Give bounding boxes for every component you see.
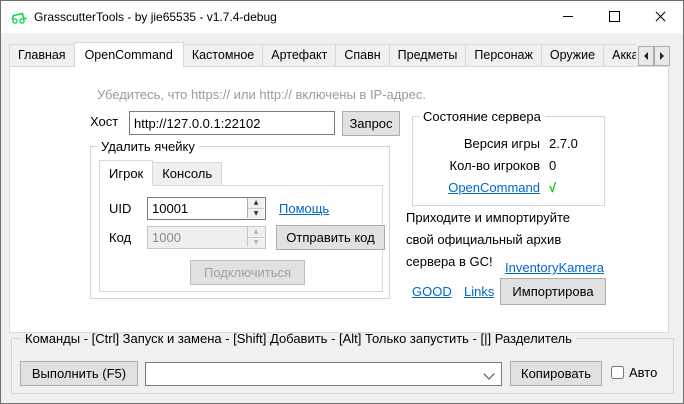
- tab-kastomnoe[interactable]: Кастомное: [183, 44, 263, 67]
- close-icon: [655, 12, 665, 22]
- server-status-title: Состояние сервера: [419, 109, 545, 124]
- tab-akkaunt[interactable]: Аккаун: [603, 44, 636, 67]
- auto-checkbox-wrap: Авто: [611, 365, 657, 380]
- code-spinner: ▲ ▼: [247, 227, 264, 247]
- left-arrow-icon: [644, 52, 648, 60]
- game-version-value: 2.7.0: [549, 134, 578, 153]
- tab-personazh[interactable]: Персонаж: [465, 44, 541, 67]
- uid-spinner: ▲ ▼: [247, 198, 264, 218]
- inventorykamera-link[interactable]: InventoryKamera: [505, 260, 604, 275]
- import-line-3: сервера в GC!: [406, 254, 493, 269]
- tab-igrok[interactable]: Игрок: [99, 160, 153, 186]
- chevron-down-icon: [483, 368, 494, 379]
- code-label: Код: [109, 230, 131, 245]
- import-button[interactable]: Импортирова: [500, 278, 606, 305]
- uid-spin-down-icon[interactable]: ▼: [248, 209, 264, 219]
- code-spin-down-icon: ▼: [248, 238, 264, 248]
- tab-predmety[interactable]: Предметы: [389, 44, 467, 67]
- command-combobox[interactable]: [145, 362, 502, 386]
- code-spin-up-icon: ▲: [248, 227, 264, 238]
- delete-cell-group-title: Удалить ячейку: [97, 139, 199, 154]
- game-version-label: Версия игры: [413, 134, 540, 153]
- send-code-button[interactable]: Отправить код: [276, 225, 385, 250]
- close-button[interactable]: [637, 1, 683, 32]
- tab-scroll-left-button[interactable]: [638, 46, 654, 66]
- maximize-icon: [609, 11, 620, 22]
- query-button[interactable]: Запрос: [342, 111, 400, 136]
- app-window: GrasscutterTools - by jie65535 - v1.7.4-…: [0, 0, 684, 404]
- maximize-button[interactable]: [591, 1, 637, 32]
- player-tab-page: UID ▲ ▼ Помощь Код ▲ ▼ От: [99, 185, 383, 292]
- delete-cell-group: Удалить ячейку Игрок Консоль UID ▲ ▼ Пом…: [90, 146, 390, 299]
- main-tab-strip: Главная OpenCommand Кастомное Артефакт С…: [9, 42, 636, 67]
- player-count-row: Кол-во игроков 0: [413, 156, 604, 175]
- grasscutter-app-icon: [10, 9, 28, 25]
- tab-opencommand[interactable]: OpenCommand: [74, 42, 184, 67]
- player-count-label: Кол-во игроков: [413, 156, 540, 175]
- import-line-2: свой официальный архив: [406, 232, 561, 247]
- auto-checkbox-label: Авто: [629, 365, 657, 380]
- uid-spin-up-icon[interactable]: ▲: [248, 198, 264, 209]
- auto-checkbox[interactable]: [611, 366, 624, 379]
- right-arrow-icon: [660, 52, 664, 60]
- import-line-1: Приходите и импортируйте: [406, 210, 570, 225]
- server-version-row: Версия игры 2.7.0: [413, 134, 604, 153]
- commands-group-title: Команды - [Ctrl] Запуск и замена - [Shif…: [21, 331, 576, 346]
- window-title: GrasscutterTools - by jie65535 - v1.7.4-…: [34, 10, 277, 24]
- commands-group: Команды - [Ctrl] Запуск и замена - [Shif…: [11, 338, 674, 394]
- tab-oruzhie[interactable]: Оружие: [541, 44, 604, 67]
- tab-spavn[interactable]: Спавн: [335, 44, 389, 67]
- window-controls: [545, 1, 683, 32]
- https-hint-text: Убедитесь, что https:// или http:// вклю…: [97, 87, 426, 102]
- opencommand-link[interactable]: OpenCommand: [448, 180, 540, 195]
- title-bar: GrasscutterTools - by jie65535 - v1.7.4-…: [1, 1, 683, 33]
- server-status-group: Состояние сервера Версия игры 2.7.0 Кол-…: [412, 116, 605, 206]
- player-count-value: 0: [549, 156, 556, 175]
- execute-button[interactable]: Выполнить (F5): [20, 361, 138, 386]
- tab-scroll-right-button[interactable]: [654, 46, 670, 66]
- host-input[interactable]: [129, 111, 335, 135]
- tab-glavnaya[interactable]: Главная: [9, 44, 75, 67]
- tab-konsol[interactable]: Консоль: [152, 162, 222, 186]
- opencommand-status-row: OpenCommand √: [413, 178, 604, 197]
- delete-cell-tab-strip: Игрок Консоль: [99, 160, 221, 186]
- connect-button: Подключиться: [190, 260, 305, 285]
- opencommand-panel: Убедитесь, что https:// или http:// вклю…: [9, 66, 669, 333]
- copy-button[interactable]: Копировать: [510, 361, 602, 386]
- minimize-icon: [563, 16, 573, 17]
- uid-label: UID: [109, 201, 131, 216]
- minimize-button[interactable]: [545, 1, 591, 32]
- good-link[interactable]: GOOD: [412, 284, 452, 299]
- links-link[interactable]: Links: [464, 284, 494, 299]
- opencommand-check-icon: √: [549, 178, 556, 197]
- help-link[interactable]: Помощь: [279, 201, 329, 216]
- host-label: Хост: [90, 114, 118, 129]
- tab-artefakt[interactable]: Артефакт: [262, 44, 336, 67]
